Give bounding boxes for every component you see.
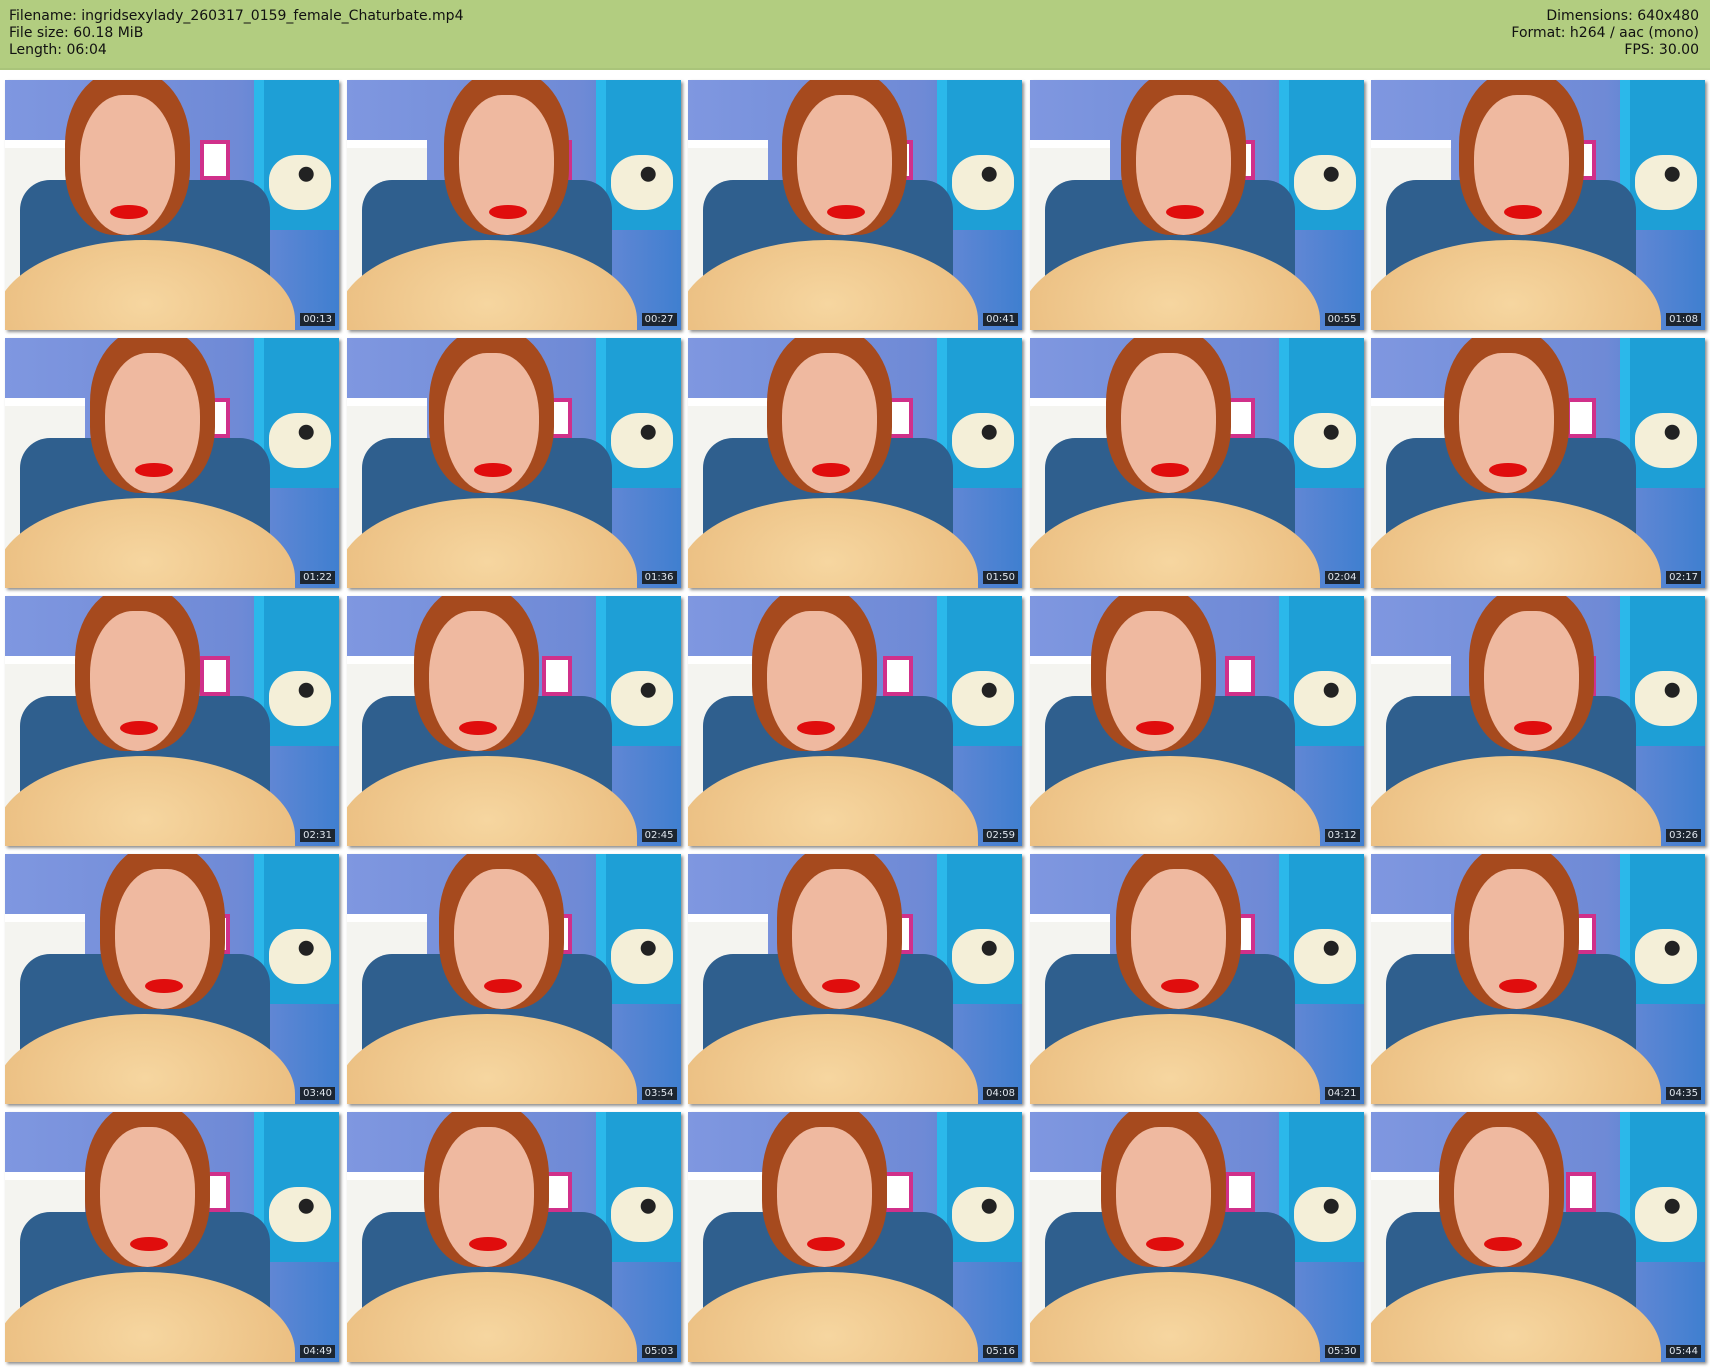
video-thumbnail: 04:21	[1029, 854, 1364, 1104]
timestamp: 05:30	[1324, 1345, 1360, 1358]
format: Format: h264 / aac (mono)	[1511, 25, 1699, 41]
video-thumbnail: 02:17	[1371, 338, 1705, 588]
timestamp: 04:35	[1666, 1087, 1701, 1100]
video-thumbnail: 03:40	[5, 854, 339, 1104]
video-thumbnail: 03:54	[346, 854, 681, 1104]
video-thumbnail: 00:41	[688, 80, 1022, 330]
timestamp: 01:08	[1666, 313, 1701, 326]
video-thumbnail: 02:31	[5, 596, 339, 846]
timestamp: 00:41	[983, 313, 1018, 326]
timestamp: 02:59	[983, 829, 1018, 842]
timestamp: 03:26	[1666, 829, 1701, 842]
timestamp: 01:36	[641, 571, 677, 584]
video-thumbnail: 01:22	[5, 338, 339, 588]
timestamp: 02:45	[641, 829, 677, 842]
filename: Filename: ingridsexylady_260317_0159_fem…	[9, 8, 464, 24]
timestamp: 04:49	[300, 1345, 335, 1358]
file-size: File size: 60.18 MiB	[9, 25, 144, 41]
video-thumbnail: 02:45	[346, 596, 681, 846]
timestamp: 00:27	[641, 313, 677, 326]
video-thumbnail: 05:03	[346, 1112, 681, 1362]
timestamp: 04:08	[983, 1087, 1018, 1100]
video-thumbnail: 01:36	[346, 338, 681, 588]
video-thumbnail: 05:16	[688, 1112, 1022, 1362]
video-thumbnail: 04:35	[1371, 854, 1705, 1104]
timestamp: 00:55	[1324, 313, 1360, 326]
video-thumbnail: 05:30	[1029, 1112, 1364, 1362]
timestamp: 05:44	[1666, 1345, 1701, 1358]
info-header: Filename: ingridsexylady_260317_0159_fem…	[0, 0, 1710, 70]
video-thumbnail: 00:55	[1029, 80, 1364, 330]
timestamp: 05:03	[641, 1345, 677, 1358]
timestamp: 05:16	[983, 1345, 1018, 1358]
dimensions: Dimensions: 640x480	[1546, 8, 1699, 24]
timestamp: 00:13	[300, 313, 335, 326]
timestamp: 04:21	[1324, 1087, 1360, 1100]
video-thumbnail: 00:27	[346, 80, 681, 330]
video-thumbnail: 01:08	[1371, 80, 1705, 330]
video-thumbnail: 02:59	[688, 596, 1022, 846]
timestamp: 01:50	[983, 571, 1018, 584]
video-thumbnail: 01:50	[688, 338, 1022, 588]
timestamp: 03:12	[1324, 829, 1360, 842]
timestamp: 03:40	[300, 1087, 335, 1100]
length: Length: 06:04	[9, 42, 107, 58]
video-thumbnail: 05:44	[1371, 1112, 1705, 1362]
video-thumbnail: 04:49	[5, 1112, 339, 1362]
timestamp: 01:22	[300, 571, 335, 584]
timestamp: 03:54	[641, 1087, 677, 1100]
video-thumbnail: 03:26	[1371, 596, 1705, 846]
timestamp: 02:04	[1324, 571, 1360, 584]
video-thumbnail: 02:04	[1029, 338, 1364, 588]
video-thumbnail: 04:08	[688, 854, 1022, 1104]
timestamp: 02:31	[300, 829, 335, 842]
fps: FPS: 30.00	[1624, 42, 1699, 58]
timestamp: 02:17	[1666, 571, 1701, 584]
video-thumbnail: 00:13	[5, 80, 339, 330]
video-thumbnail: 03:12	[1029, 596, 1364, 846]
